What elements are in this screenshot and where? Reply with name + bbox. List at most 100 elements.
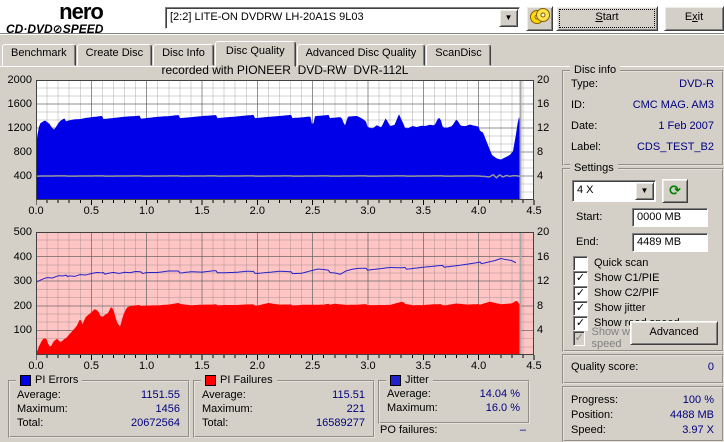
advanced-button[interactable]: Advanced bbox=[630, 321, 718, 345]
quality-score-value: 0 bbox=[707, 361, 714, 373]
settings-legend: Settings bbox=[570, 162, 618, 174]
y-axis-right-tick-label: 16 bbox=[537, 250, 550, 263]
y-axis-tick-label: 2000 bbox=[7, 74, 32, 86]
chart-title: recorded with PIONEER DVD-RW DVR-112L bbox=[161, 63, 409, 77]
app-window: nero CD·DVD⊘SPEED [2:2] LITE-ON DVDRW LH… bbox=[0, 0, 724, 442]
pi-failures-swatch bbox=[205, 374, 216, 386]
y-axis-right-tick-label: 12 bbox=[537, 122, 550, 134]
discs-button[interactable] bbox=[526, 6, 553, 31]
disc-info-value: CMC MAG. AM3 bbox=[632, 99, 714, 111]
stat-value: 115.51 bbox=[332, 389, 365, 401]
speed-select[interactable]: 4 X ▼ bbox=[572, 180, 656, 202]
stat-label: Maximum: bbox=[202, 403, 253, 415]
chart-plot bbox=[36, 232, 535, 360]
po-failures-row: PO failures: – bbox=[380, 424, 526, 436]
y-axis-right-tick-label: 4 bbox=[537, 324, 544, 337]
checkbox-quick-scan[interactable]: Quick scan bbox=[573, 255, 648, 271]
stat-value: 1151.55 bbox=[141, 389, 180, 401]
y-axis-right-tick-label: 12 bbox=[537, 275, 550, 288]
stat-label: Average: bbox=[202, 389, 246, 401]
stat-value: 16.0 % bbox=[485, 402, 520, 414]
y-axis-tick-label: 1200 bbox=[7, 122, 32, 134]
disc-info-value: CDS_TEST_B2 bbox=[636, 141, 714, 153]
checkbox-icon: ✓ bbox=[573, 330, 586, 346]
speed-label: Speed: bbox=[571, 424, 606, 436]
y-axis-tick-label: 100 bbox=[13, 324, 32, 337]
y-axis-right-tick-label: 4 bbox=[537, 170, 544, 182]
end-input[interactable]: 4489 MB bbox=[632, 233, 708, 252]
po-failures-value: – bbox=[519, 424, 526, 436]
checkbox-icon bbox=[573, 255, 588, 271]
progress-box: Progress: 100 % Position: 4488 MB Speed: 3.… bbox=[562, 386, 724, 442]
jitter-legend: Jitter bbox=[386, 374, 433, 386]
nero-logo: nero CD·DVD⊘SPEED bbox=[6, 1, 156, 36]
stat-value: 14.04 % bbox=[479, 388, 520, 400]
chevron-down-icon[interactable]: ▼ bbox=[635, 182, 654, 200]
speed-select-value: 4 X bbox=[577, 184, 594, 196]
stat-value: 221 bbox=[346, 403, 365, 415]
pi-failures-legend: PI Failures bbox=[201, 374, 277, 386]
pi-failures-stats: PI Failures Average: 115.51 Maximum: 221 T… bbox=[193, 374, 375, 438]
pi-failures-jitter-chart: 500 400 300 200 100 20 16 12 8 4 0.0 0.5 1.0 1.5 2.0 2.… bbox=[0, 226, 556, 372]
stat-value: 16589277 bbox=[316, 417, 365, 429]
progress-label: Progress: bbox=[571, 394, 619, 406]
chart-plot bbox=[36, 80, 535, 205]
disc-info-label: ID: bbox=[571, 99, 586, 111]
quality-score-box: Quality score: 0 bbox=[562, 354, 724, 384]
start-label: Start: bbox=[576, 211, 603, 223]
y-axis-right-tick-label: 8 bbox=[537, 146, 544, 158]
stat-label: Total: bbox=[202, 417, 229, 429]
checkbox-icon: ✓ bbox=[573, 285, 588, 301]
stat-label: Maximum: bbox=[17, 403, 68, 415]
toolbar: nero CD·DVD⊘SPEED [2:2] LITE-ON DVDRW LH… bbox=[0, 0, 724, 36]
disc-info-value: DVD-R bbox=[679, 78, 714, 90]
stat-value: 1456 bbox=[155, 403, 180, 415]
stat-label: Average: bbox=[387, 388, 431, 400]
checkbox-show-jitter[interactable]: ✓ Show jitter bbox=[573, 300, 645, 316]
y-axis-tick-label: 400 bbox=[13, 170, 32, 182]
end-label: End: bbox=[576, 236, 599, 248]
jitter-stats: Jitter Average: 14.04 % Maximum: 16.0 % bbox=[378, 374, 530, 424]
y-axis-tick-label: 500 bbox=[13, 226, 32, 238]
jitter-swatch bbox=[390, 374, 401, 386]
disc-info-value: 1 Feb 2007 bbox=[658, 120, 714, 132]
pi-errors-legend: PI Errors bbox=[16, 374, 83, 386]
stat-label: Maximum: bbox=[387, 402, 438, 414]
position-label: Position: bbox=[571, 409, 614, 421]
stat-label: Total: bbox=[17, 417, 44, 429]
drive-select[interactable]: [2:2] LITE-ON DVDRW LH-20A1S 9L03 ▼ bbox=[165, 7, 520, 29]
pi-errors-stats: PI Errors Average: 1151.55 Maximum: 1456 T… bbox=[8, 374, 190, 438]
speed-value: 3.97 X bbox=[682, 424, 714, 436]
y-axis-tick-label: 200 bbox=[13, 299, 32, 312]
settings-group: Settings 4 X ▼ ⟳ Start: 0000 MB End: 448… bbox=[562, 162, 724, 352]
pi-errors-swatch bbox=[20, 374, 31, 386]
y-axis-right-tick-label: 16 bbox=[537, 98, 550, 110]
y-axis-right-tick-label: 20 bbox=[537, 226, 550, 238]
checkbox-show-c1-pie[interactable]: ✓ Show C1/PIE bbox=[573, 270, 659, 286]
checkbox-icon: ✓ bbox=[573, 315, 588, 331]
drive-select-value: [2:2] LITE-ON DVDRW LH-20A1S 9L03 bbox=[170, 11, 364, 23]
disc-info-label: Type: bbox=[571, 78, 598, 90]
disc-info-legend: Disc info bbox=[570, 64, 621, 76]
checkbox-icon: ✓ bbox=[573, 300, 588, 316]
chevron-down-icon[interactable]: ▼ bbox=[499, 9, 518, 27]
divider bbox=[0, 33, 724, 35]
disc-info-group: Disc info Type: DVD-R ID: CMC MAG. AM3 Dat… bbox=[562, 64, 724, 166]
start-input[interactable]: 0000 MB bbox=[632, 208, 708, 227]
pi-errors-chart: 2000 1600 1200 800 400 20 16 12 8 4 0.0 0.5 1.0 1.5 2.… bbox=[0, 74, 556, 220]
exit-button[interactable]: Exit bbox=[664, 6, 724, 31]
progress-value: 100 % bbox=[682, 394, 714, 406]
y-axis-tick-label: 300 bbox=[13, 275, 32, 288]
checkbox-icon: ✓ bbox=[573, 270, 588, 286]
po-failures-label: PO failures: bbox=[380, 424, 438, 436]
disc-info-label: Date: bbox=[571, 120, 598, 132]
refresh-button[interactable]: ⟳ bbox=[662, 179, 688, 203]
y-axis-tick-label: 400 bbox=[13, 250, 32, 263]
y-axis-tick-label: 1600 bbox=[7, 98, 32, 110]
checkbox-show-c2-pif[interactable]: ✓ Show C2/PIF bbox=[573, 285, 659, 301]
y-axis-right-tick-label: 20 bbox=[537, 74, 550, 86]
position-value: 4488 MB bbox=[669, 409, 714, 421]
y-axis-tick-label: 800 bbox=[13, 146, 32, 158]
quality-score-label: Quality score: bbox=[571, 361, 639, 373]
start-button[interactable]: Start bbox=[556, 6, 658, 31]
